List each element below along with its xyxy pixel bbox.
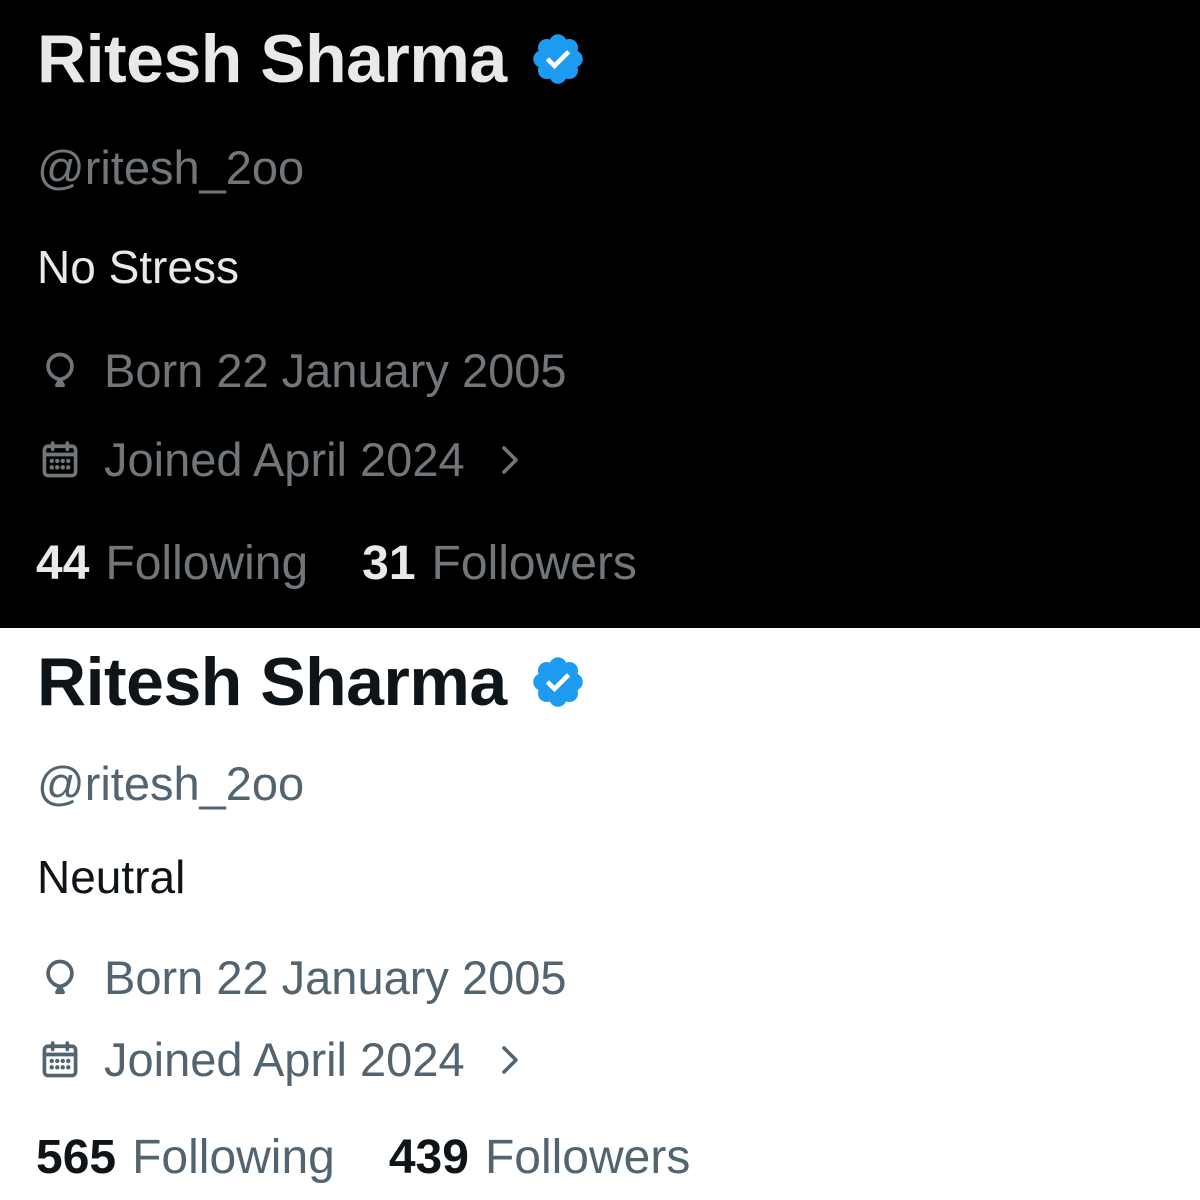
followers-link[interactable]: 439 Followers: [389, 1130, 690, 1185]
profile-bio: No Stress: [37, 241, 239, 293]
followers-link[interactable]: 31 Followers: [362, 536, 637, 591]
joined-text: Joined April 2024: [104, 433, 465, 486]
profile-handle: @ritesh_2oo: [37, 141, 305, 194]
balloon-icon: [38, 349, 82, 393]
following-link[interactable]: 565 Following: [36, 1130, 335, 1185]
follow-stats: 565 Following 439 Followers: [36, 1130, 690, 1185]
followers-label: Followers: [484, 1131, 691, 1184]
followers-label: Followers: [431, 537, 637, 590]
followers-count: 31: [362, 537, 416, 590]
birthday-row: Born 22 January 2005: [38, 950, 567, 1005]
verified-badge-icon[interactable]: [529, 653, 587, 711]
profile-header-dark: Ritesh Sharma @ritesh_2oo No Stress Born…: [0, 0, 1200, 628]
follow-stats: 44 Following 31 Followers: [36, 536, 637, 591]
profile-header-light: Ritesh Sharma @ritesh_2oo Neutral Born 2…: [0, 628, 1200, 1200]
following-link[interactable]: 44 Following: [36, 536, 308, 591]
chevron-right-icon[interactable]: [495, 442, 525, 478]
followers-count: 439: [388, 1131, 469, 1184]
name-row: Ritesh Sharma: [37, 643, 587, 721]
birthday-row: Born 22 January 2005: [38, 343, 567, 398]
verified-badge-icon[interactable]: [529, 30, 587, 88]
balloon-icon: [38, 956, 82, 1000]
profile-handle: @ritesh_2oo: [37, 757, 305, 810]
following-label: Following: [105, 537, 309, 590]
following-count: 565: [36, 1131, 117, 1184]
birthday-text: Born 22 January 2005: [104, 344, 567, 397]
following-count: 44: [36, 537, 90, 590]
calendar-icon: [38, 438, 82, 482]
display-name: Ritesh Sharma: [37, 21, 507, 97]
joined-row[interactable]: Joined April 2024: [38, 432, 525, 487]
joined-row[interactable]: Joined April 2024: [38, 1032, 525, 1087]
joined-text: Joined April 2024: [104, 1033, 465, 1086]
profile-bio: Neutral: [37, 851, 186, 903]
following-label: Following: [132, 1131, 335, 1184]
birthday-text: Born 22 January 2005: [104, 951, 567, 1004]
calendar-icon: [38, 1038, 82, 1082]
display-name: Ritesh Sharma: [37, 644, 507, 720]
name-row: Ritesh Sharma: [37, 20, 587, 98]
chevron-right-icon[interactable]: [495, 1042, 525, 1078]
